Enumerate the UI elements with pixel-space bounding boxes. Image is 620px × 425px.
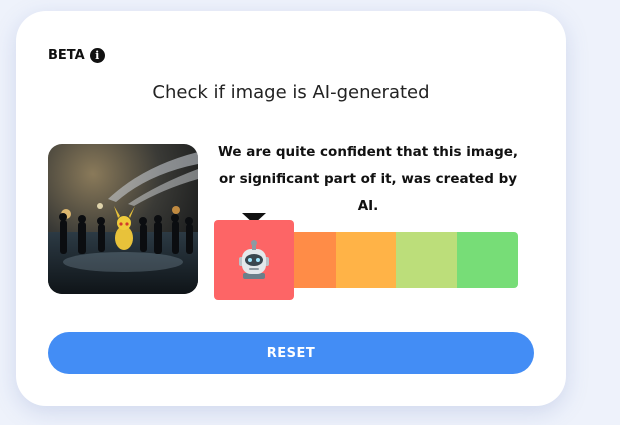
uploaded-image — [48, 144, 198, 294]
uploaded-image-thumbnail — [48, 144, 198, 294]
info-icon[interactable]: i — [89, 48, 105, 63]
page-title: Check if image is AI-generated — [152, 82, 430, 103]
result-message: We are quite confident that this image, … — [217, 144, 519, 214]
ai-detector-card: BETA i Check if image is AI-generated We… — [16, 11, 566, 406]
scale-segment — [396, 232, 458, 288]
beta-header: BETA i — [48, 48, 105, 63]
beta-label: BETA — [48, 48, 85, 63]
scale-segment — [457, 232, 518, 288]
active-level-indicator — [214, 220, 294, 300]
reset-button[interactable]: RESET — [48, 332, 534, 374]
robot-icon — [239, 240, 269, 279]
scale-segment — [335, 232, 397, 288]
